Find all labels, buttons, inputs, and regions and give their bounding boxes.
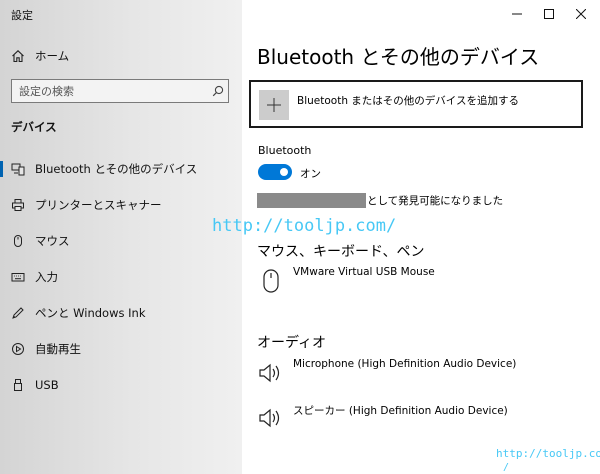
- add-device-label: Bluetooth またはその他のデバイスを追加する: [297, 95, 519, 107]
- device-name: Microphone (High Definition Audio Device…: [293, 358, 517, 370]
- device-name: VMware Virtual USB Mouse: [293, 266, 435, 278]
- bluetooth-label: Bluetooth: [258, 144, 312, 157]
- maximize-button[interactable]: [533, 0, 565, 26]
- speaker-icon: [258, 358, 284, 388]
- close-button[interactable]: [565, 0, 597, 26]
- mouse-icon: [258, 266, 284, 296]
- sidebar-item-autoplay[interactable]: 自動再生: [0, 334, 242, 364]
- device-name: スピーカー (High Definition Audio Device): [293, 405, 508, 417]
- minimize-icon: [512, 4, 522, 23]
- printer-icon: [11, 198, 25, 212]
- group-title-audio: オーディオ: [257, 335, 327, 351]
- maximize-icon: [544, 4, 554, 23]
- sidebar-item-pen[interactable]: ペンと Windows Ink: [0, 298, 242, 328]
- app-title: 設定: [11, 9, 33, 22]
- search-input[interactable]: [12, 80, 208, 102]
- page-title: Bluetooth とその他のデバイス: [257, 45, 540, 69]
- redacted-device-name: [257, 193, 366, 208]
- sidebar-item-printers[interactable]: プリンターとスキャナー: [0, 190, 242, 220]
- device-item[interactable]: Microphone (High Definition Audio Device…: [258, 358, 578, 388]
- autoplay-icon: [11, 342, 25, 356]
- toggle-knob: [280, 168, 288, 176]
- sidebar-item-label: 入力: [35, 270, 58, 284]
- sidebar-item-typing[interactable]: 入力: [0, 262, 242, 292]
- plus-icon: [259, 90, 289, 120]
- minimize-button[interactable]: [501, 0, 533, 26]
- toggle-state-label: オン: [300, 168, 321, 180]
- device-item[interactable]: スピーカー (High Definition Audio Device): [258, 403, 578, 433]
- bluetooth-devices-icon: [11, 162, 25, 176]
- sidebar-item-label: プリンターとスキャナー: [35, 198, 162, 212]
- sidebar-item-bluetooth[interactable]: Bluetooth とその他のデバイス: [0, 154, 242, 184]
- nav-home-label: ホーム: [35, 49, 70, 63]
- search-icon[interactable]: [208, 81, 228, 101]
- bluetooth-toggle[interactable]: [258, 164, 292, 180]
- section-label-devices: デバイス: [11, 120, 57, 134]
- sidebar-item-label: 自動再生: [35, 342, 81, 356]
- sidebar-item-mouse[interactable]: マウス: [0, 226, 242, 256]
- watermark-url: http://tooljp.com/: [212, 216, 397, 236]
- pen-icon: [11, 306, 25, 320]
- selection-indicator: [0, 161, 3, 177]
- speaker-icon: [258, 403, 284, 433]
- group-title-mouse-keyboard-pen: マウス、キーボード、ペン: [257, 244, 425, 260]
- usb-icon: [11, 378, 25, 392]
- discoverable-text: として発見可能になりました: [367, 195, 504, 207]
- sidebar-item-label: USB: [35, 378, 59, 392]
- sidebar-item-label: ペンと Windows Ink: [35, 306, 146, 320]
- mouse-icon: [11, 234, 25, 248]
- home-icon: [11, 49, 25, 63]
- sidebar-item-usb[interactable]: USB: [0, 370, 242, 400]
- nav-home[interactable]: ホーム: [0, 41, 242, 71]
- add-device-button[interactable]: Bluetooth またはその他のデバイスを追加する: [249, 80, 583, 128]
- device-item[interactable]: VMware Virtual USB Mouse: [258, 266, 558, 296]
- close-icon: [575, 4, 587, 23]
- settings-search[interactable]: [11, 79, 229, 103]
- watermark-url-tail: /: [503, 462, 510, 473]
- sidebar-item-label: マウス: [35, 234, 70, 248]
- sidebar-item-label: Bluetooth とその他のデバイス: [35, 162, 198, 176]
- keyboard-icon: [11, 270, 25, 284]
- watermark-url-small: http://tooljp.com: [496, 447, 600, 460]
- sidebar: 設定 ホーム デバイス Bluetooth とその他のデバイス プリンターとスキ…: [0, 0, 242, 474]
